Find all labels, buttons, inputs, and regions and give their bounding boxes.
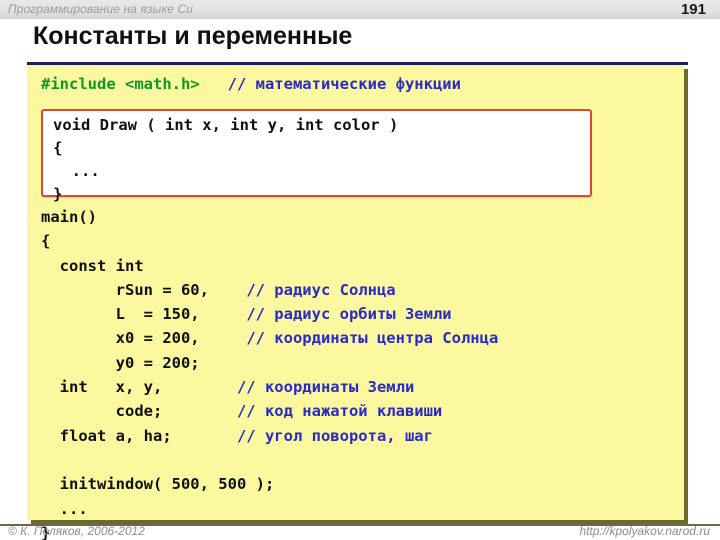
code-segment: L = 150,: [41, 305, 247, 324]
code-line: L = 150, // радиус орбиты Земли: [41, 302, 498, 326]
course-title: Программирование на языке Си: [8, 2, 193, 16]
code-line: initwindow( 500, 500 );: [41, 475, 275, 494]
code-comment: // радиус Солнца: [246, 280, 396, 299]
include-directive: #include <math.h>: [41, 75, 200, 93]
code-segment: code;: [41, 402, 237, 421]
code-segment: int x, y,: [41, 378, 237, 397]
code-comment: // координаты Земли: [236, 378, 415, 397]
code-line: int x, y, // координаты Земли: [41, 375, 498, 399]
code-comment: // код нажатой клавиши: [236, 402, 443, 421]
copyright-text: © К. Поляков, 2006-2012: [8, 524, 145, 538]
include-line: #include <math.h> // математические функ…: [41, 72, 461, 96]
highlighted-code-box: void Draw ( int x, int y, int color ) { …: [41, 109, 592, 203]
include-spacer: [200, 75, 228, 93]
main-function-code: main() { const int rSun = 60, // радиус С…: [41, 205, 498, 540]
code-panel: #include <math.h> // математические функ…: [27, 65, 684, 540]
code-segment: rSun = 60,: [41, 280, 247, 299]
code-line: rSun = 60, // радиус Солнца: [41, 278, 498, 302]
code-line: ...: [41, 499, 88, 518]
code-line: y0 = 200;: [41, 353, 200, 372]
code-line: float a, ha; // угол поворота, шаг: [41, 424, 498, 448]
source-url[interactable]: http://kpolyakov.narod.ru: [579, 524, 710, 538]
code-comment: // угол поворота, шаг: [236, 426, 433, 445]
slide-canvas: Программирование на языке Си 191 Констан…: [0, 0, 720, 540]
draw-function-code: void Draw ( int x, int y, int color ) { …: [53, 116, 399, 203]
code-line: const int: [41, 256, 144, 275]
page-title: Константы и переменные: [33, 22, 353, 50]
code-line: {: [41, 232, 51, 251]
page-number: 191: [680, 1, 706, 18]
code-segment: float a, ha;: [41, 426, 237, 445]
code-comment: // координаты центра Солнца: [246, 329, 499, 348]
code-line: x0 = 200, // координаты центра Солнца: [41, 326, 499, 350]
code-line: code; // код нажатой клавиши: [41, 399, 498, 423]
code-comment: // радиус орбиты Земли: [246, 305, 452, 324]
code-segment: x0 = 200,: [41, 329, 247, 348]
code-line: main(): [41, 208, 97, 226]
include-comment: // математические функции: [227, 75, 461, 93]
